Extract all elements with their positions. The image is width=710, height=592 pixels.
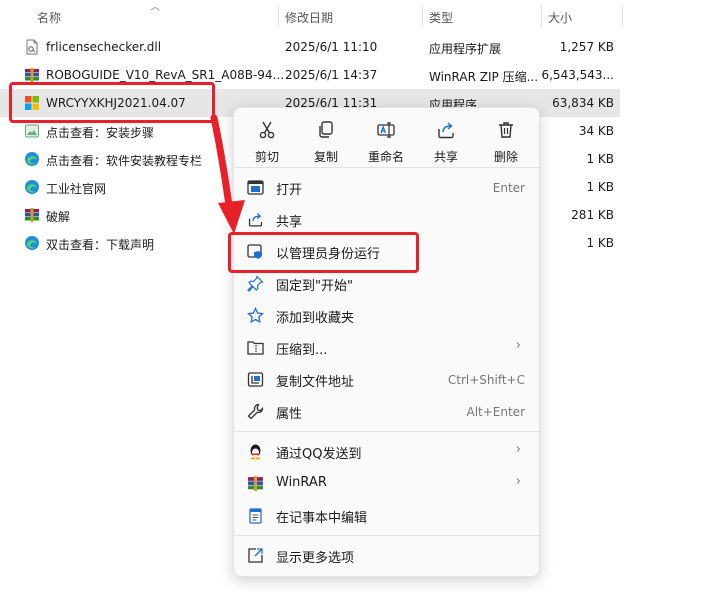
annotation-arrow-icon <box>210 114 245 234</box>
